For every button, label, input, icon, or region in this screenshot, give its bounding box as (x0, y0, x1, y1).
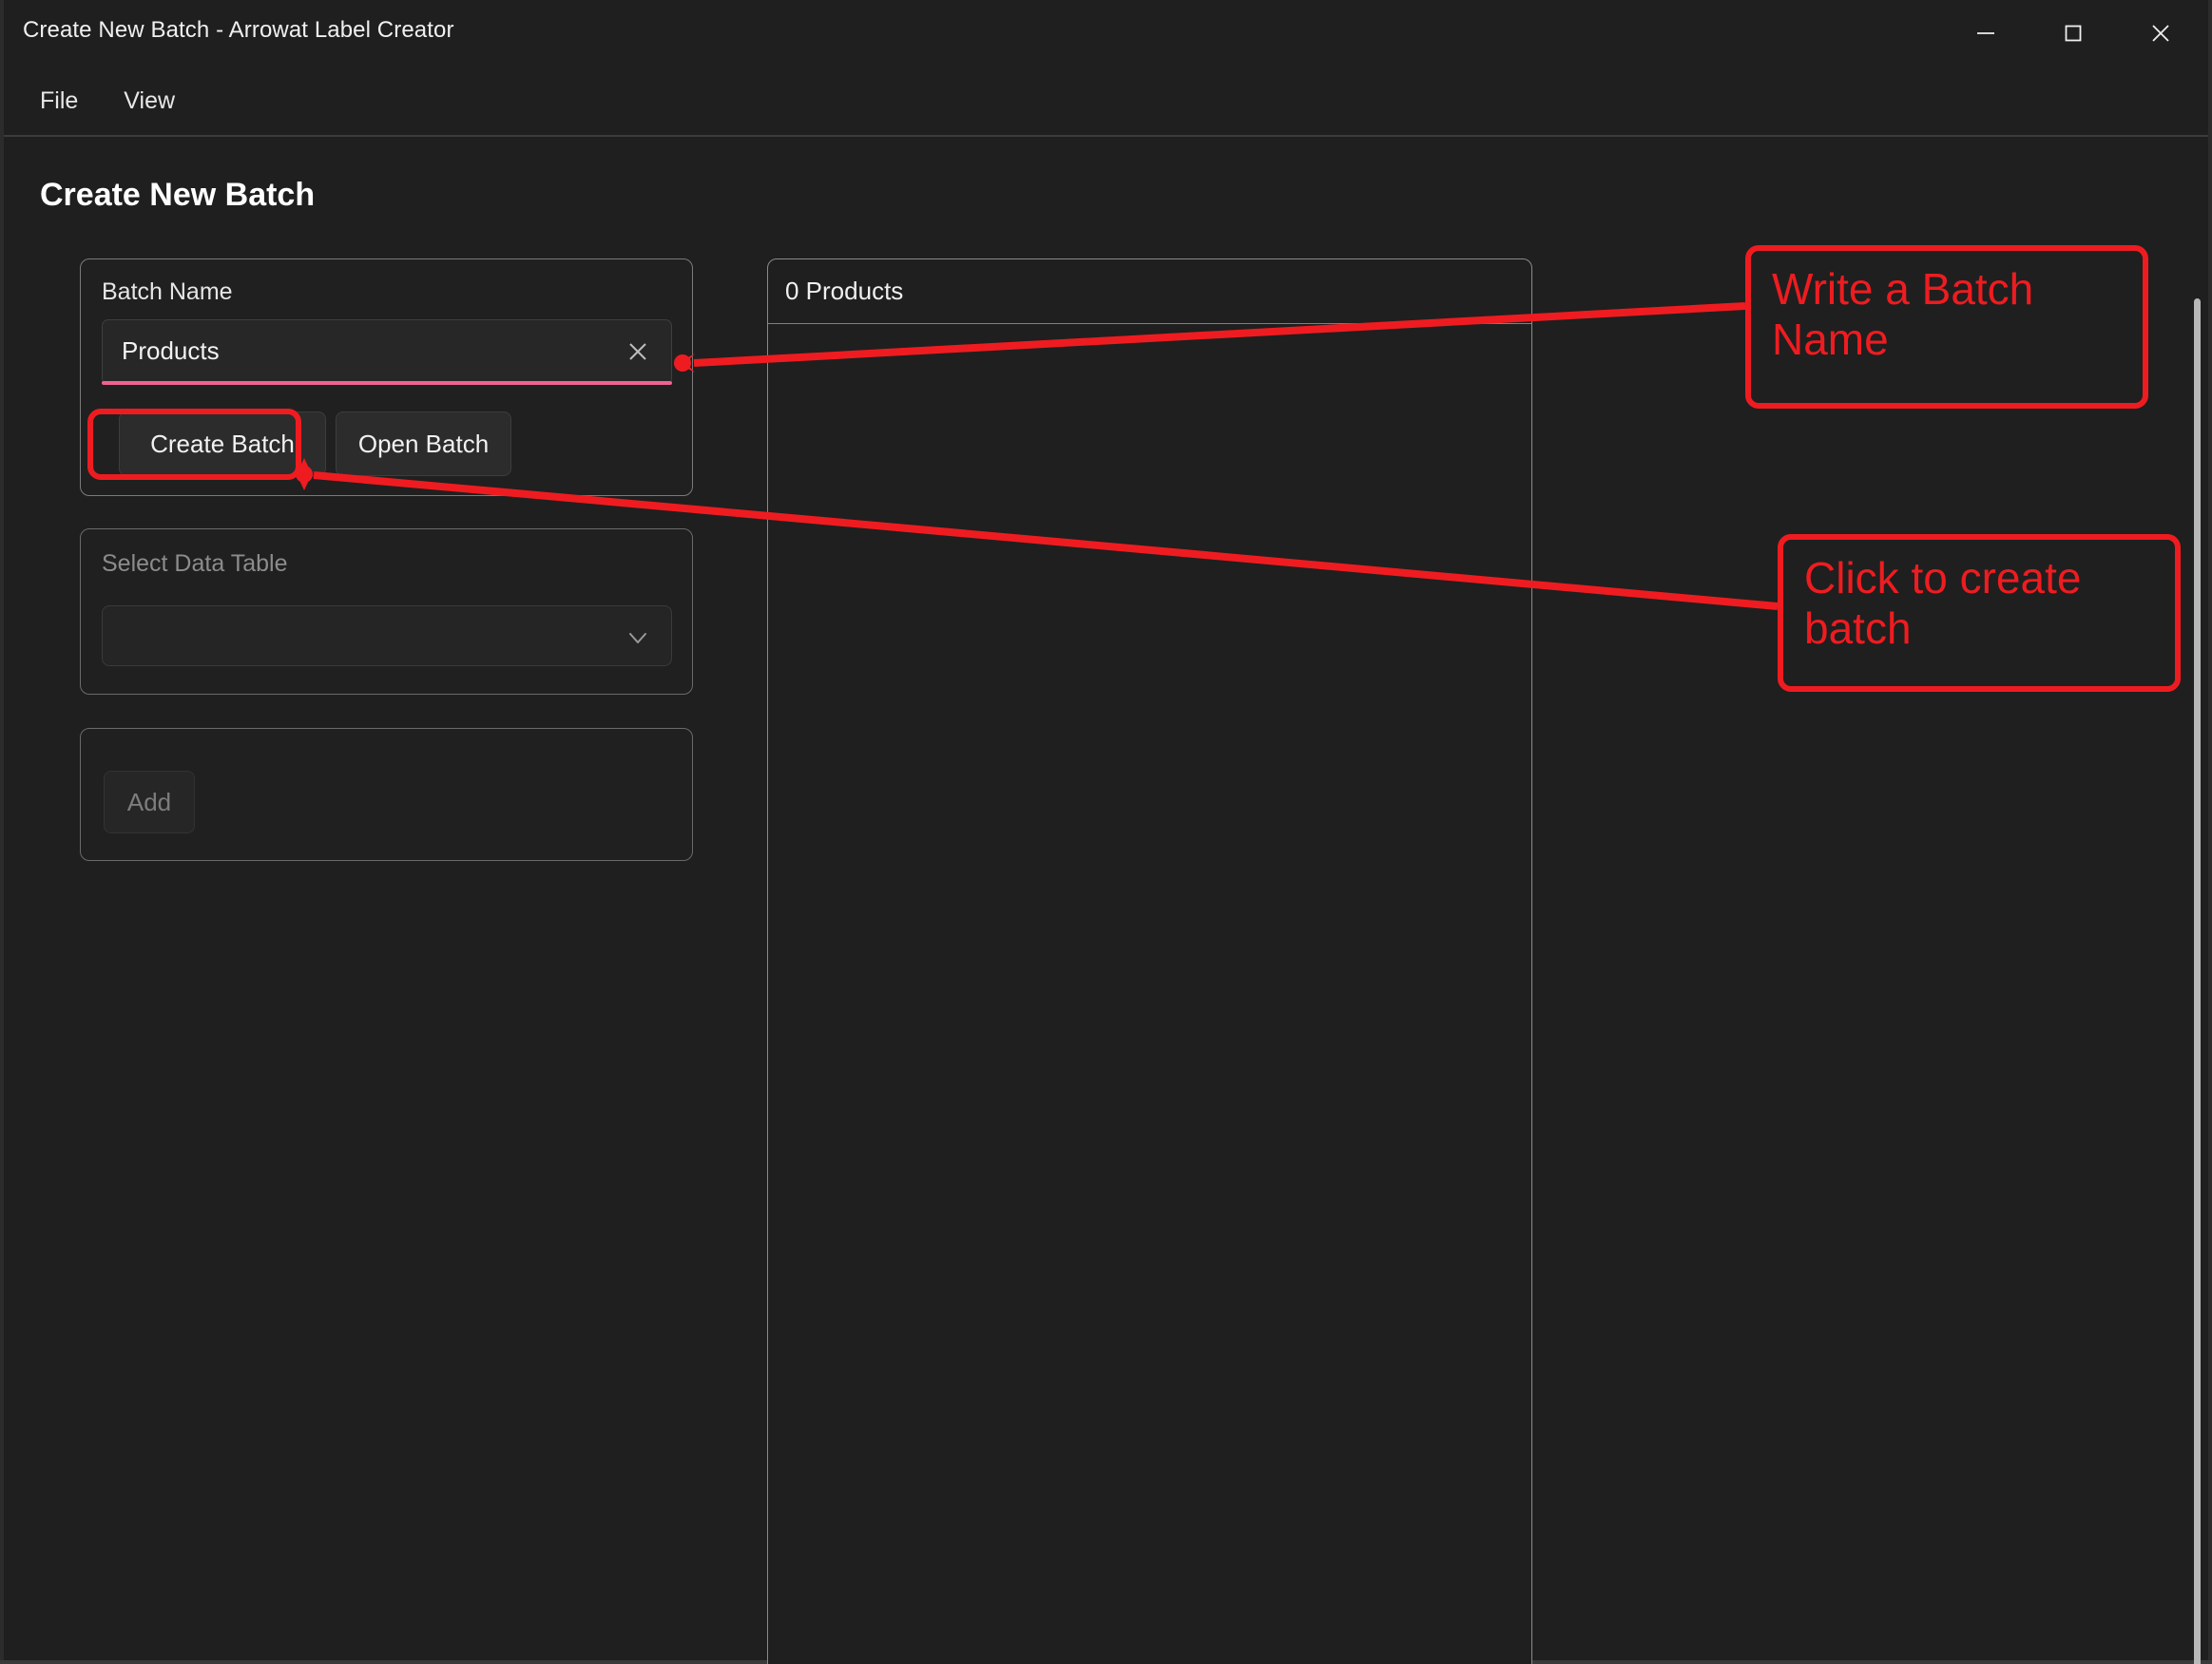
minimize-button[interactable] (1942, 0, 2029, 67)
products-list[interactable] (768, 324, 1531, 1664)
batch-name-label: Batch Name (102, 278, 233, 305)
title-bar: Create New Batch - Arrowat Label Creator (4, 0, 2208, 67)
create-batch-button[interactable]: Create Batch (119, 411, 326, 476)
batch-name-input[interactable]: Products (102, 319, 672, 382)
clear-batch-name-button[interactable] (616, 330, 660, 373)
add-button[interactable]: Add (104, 771, 195, 833)
close-button[interactable] (2117, 0, 2204, 67)
select-data-table-label: Select Data Table (102, 550, 288, 577)
data-table-select[interactable] (102, 605, 672, 666)
maximize-icon (2065, 25, 2082, 42)
window-title: Create New Batch - Arrowat Label Creator (23, 17, 454, 43)
content-area: Create New Batch Batch Name Products Cre… (4, 137, 2208, 1664)
window-border-right (2208, 0, 2212, 1664)
menu-item-file[interactable]: File (23, 80, 95, 123)
maximize-button[interactable] (2029, 0, 2117, 67)
vertical-scrollbar[interactable] (2194, 298, 2201, 1664)
products-panel-header: 0 Products (768, 259, 1531, 324)
batch-name-input-value: Products (122, 336, 220, 365)
select-data-table-card: Select Data Table (80, 528, 693, 695)
menu-item-view[interactable]: View (106, 80, 192, 123)
app-window: Create New Batch - Arrowat Label Creator (0, 0, 2212, 1664)
close-icon (2152, 25, 2169, 42)
batch-name-card: Batch Name Products Create Batch Open Ba… (80, 258, 693, 496)
page-title: Create New Batch (40, 177, 316, 213)
batch-name-input-focus-underline (102, 381, 672, 385)
add-product-card: Add (80, 728, 693, 861)
close-icon (629, 343, 646, 360)
open-batch-button[interactable]: Open Batch (336, 411, 511, 476)
minimize-icon (1977, 32, 1994, 34)
menu-bar: File View (4, 67, 2208, 135)
products-panel: 0 Products (767, 258, 1532, 1664)
chevron-down-icon (629, 633, 646, 643)
products-count-label: 0 Products (785, 277, 904, 305)
window-controls (1942, 0, 2204, 67)
